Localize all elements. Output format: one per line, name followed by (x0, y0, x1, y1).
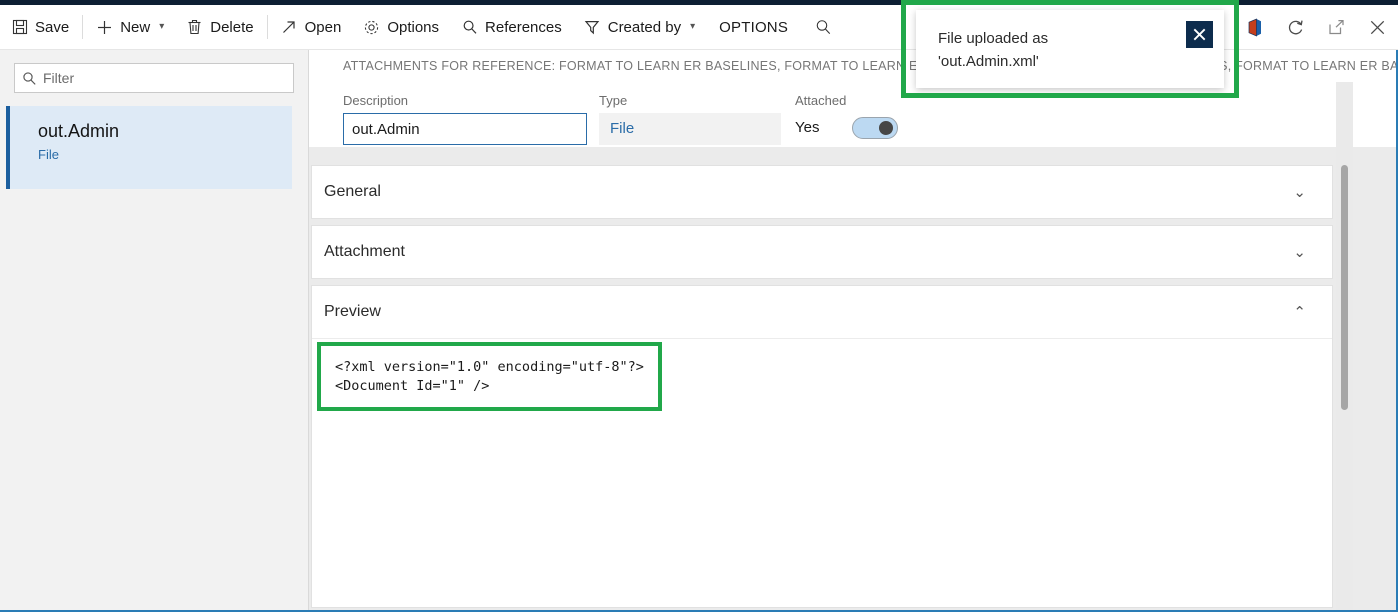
type-label: Type (599, 93, 781, 108)
chevron-down-icon[interactable]: ⌄ (1293, 245, 1306, 260)
open-button[interactable]: Open (270, 5, 353, 49)
preview-body: <?xml version="1.0" encoding="utf-8"?> <… (312, 338, 1332, 411)
section-preview-title: Preview (324, 303, 381, 321)
description-field-group: Description (343, 93, 587, 145)
save-icon (11, 19, 28, 36)
chevron-down-icon: ▾ (159, 22, 164, 32)
close-icon[interactable] (1186, 21, 1213, 48)
main-content: Description Type File Attached Yes Gener… (309, 82, 1398, 610)
filter-field[interactable] (14, 63, 294, 93)
section-preview: Preview ⌃ <?xml version="1.0" encoding="… (311, 285, 1333, 608)
main-scrollbar[interactable] (1336, 82, 1353, 610)
trash-icon (186, 19, 203, 36)
attached-value: Yes (795, 113, 846, 136)
toolbar-divider (82, 15, 83, 39)
attached-field-group: Attached Yes (795, 93, 846, 136)
type-value: File (599, 113, 781, 145)
filter-input[interactable] (43, 65, 293, 91)
list-item[interactable]: out.Admin File (6, 106, 292, 189)
type-field-group: Type File (599, 93, 781, 145)
section-attachment-title: Attachment (324, 243, 405, 261)
banner-text: ATTACHMENTS FOR REFERENCE: FORMAT TO LEA… (309, 59, 1398, 73)
chevron-up-icon[interactable]: ⌃ (1293, 305, 1306, 320)
save-button[interactable]: Save (0, 5, 80, 49)
attached-toggle[interactable] (852, 117, 898, 139)
plus-icon (96, 19, 113, 36)
scrollbar-thumb[interactable] (1341, 165, 1348, 410)
delete-label: Delete (210, 19, 253, 36)
search-icon (815, 19, 832, 36)
description-label: Description (343, 93, 587, 108)
description-input[interactable] (343, 113, 587, 145)
open-label: Open (305, 19, 342, 36)
created-by-label: Created by (608, 19, 681, 36)
list-item-title: out.Admin (38, 120, 292, 142)
filter-icon (584, 19, 601, 36)
references-label: References (485, 19, 562, 36)
save-label: Save (35, 19, 69, 36)
section-general-title: General (324, 183, 381, 201)
toolbar-divider (267, 15, 268, 39)
toast-line-2: 'out.Admin.xml' (938, 50, 1224, 73)
gear-icon (363, 19, 380, 36)
created-by-button[interactable]: Created by ▾ (573, 5, 706, 49)
search-icon (461, 19, 478, 36)
options-menu-button[interactable]: OPTIONS (706, 5, 801, 49)
section-attachment-header[interactable]: Attachment ⌄ (312, 226, 1332, 278)
section-attachment: Attachment ⌄ (311, 225, 1333, 279)
section-general-header[interactable]: General ⌄ (312, 166, 1332, 218)
chevron-down-icon: ▾ (690, 22, 695, 32)
search-icon (15, 71, 43, 86)
refresh-icon[interactable] (1275, 5, 1316, 49)
chevron-down-icon[interactable]: ⌄ (1293, 185, 1306, 200)
arrow-open-icon (281, 19, 298, 36)
upload-notification-toast: File uploaded as 'out.Admin.xml' (916, 10, 1224, 88)
new-label: New (120, 19, 150, 36)
references-button[interactable]: References (450, 5, 573, 49)
list-item-subtitle: File (38, 147, 292, 162)
section-general: General ⌄ (311, 165, 1333, 219)
options-button[interactable]: Options (352, 5, 450, 49)
section-preview-header[interactable]: Preview ⌃ (312, 286, 1332, 338)
toast-line-1: File uploaded as (938, 27, 1224, 50)
fields-row: Description Type File Attached Yes (309, 82, 1398, 147)
xml-preview-highlight: <?xml version="1.0" encoding="utf-8"?> <… (317, 342, 662, 411)
banner: ATTACHMENTS FOR REFERENCE: FORMAT TO LEA… (309, 50, 1398, 82)
delete-button[interactable]: Delete (175, 5, 264, 49)
search-button[interactable] (801, 5, 846, 49)
popout-icon[interactable] (1316, 5, 1357, 49)
toggle-knob (879, 121, 893, 135)
xml-preview-code: <?xml version="1.0" encoding="utf-8"?> <… (335, 358, 644, 396)
options-label: Options (387, 19, 439, 36)
window-controls (1234, 5, 1398, 49)
office-icon[interactable] (1234, 5, 1275, 49)
sidebar: out.Admin File (0, 50, 309, 610)
attached-label: Attached (795, 93, 846, 108)
close-icon[interactable] (1357, 5, 1398, 49)
new-button[interactable]: New ▾ (85, 5, 175, 49)
